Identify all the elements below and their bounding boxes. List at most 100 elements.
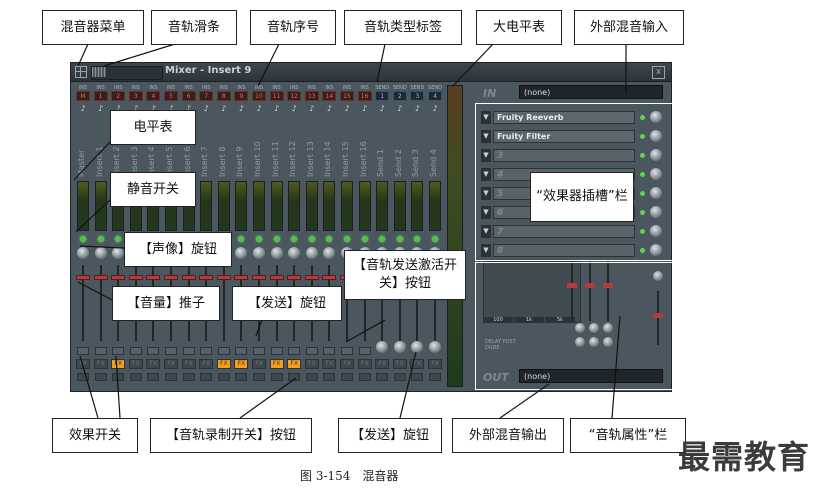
- mixer-strip[interactable]: INS 1 ♪ Insert 1 FX: [93, 85, 109, 387]
- effect-switch[interactable]: FX: [322, 359, 337, 369]
- volume-fader[interactable]: [216, 275, 231, 280]
- effect-switch[interactable]: FX: [340, 359, 354, 369]
- volume-fader[interactable]: [164, 275, 178, 280]
- record-switch-button[interactable]: [253, 373, 265, 381]
- effect-switch[interactable]: FX: [93, 359, 108, 369]
- record-switch-button[interactable]: [235, 373, 248, 381]
- mute-switch[interactable]: [396, 236, 403, 242]
- pan-knob[interactable]: [323, 247, 336, 259]
- mute-switch[interactable]: [326, 236, 333, 242]
- volume-fader[interactable]: [322, 275, 337, 280]
- mixer-strip[interactable]: INS 9 ♪ Insert 9 FX: [233, 85, 249, 387]
- record-switch-button[interactable]: [217, 373, 230, 381]
- track-number[interactable]: 13: [304, 91, 319, 101]
- mute-switch[interactable]: [80, 236, 86, 242]
- mute-switch[interactable]: [291, 236, 298, 242]
- track-number[interactable]: 4: [146, 91, 161, 101]
- mixer-strip[interactable]: INS M ♪ Master FX: [75, 85, 91, 387]
- send-knob[interactable]: [429, 341, 441, 353]
- mute-switch[interactable]: [256, 236, 262, 242]
- record-switch-button[interactable]: [182, 373, 195, 381]
- mixer-strip[interactable]: INS 16 ♪ Insert 16 FX: [357, 85, 373, 387]
- send-activate-button[interactable]: [217, 347, 230, 355]
- track-number[interactable]: M: [76, 91, 90, 101]
- send-activate-button[interactable]: [341, 347, 353, 355]
- pan-knob[interactable]: [235, 247, 248, 259]
- pan-knob[interactable]: [305, 247, 318, 259]
- track-number[interactable]: 3: [410, 91, 425, 101]
- pan-knob[interactable]: [253, 247, 265, 259]
- mixer-strip[interactable]: SEND 1 ♪ Send 1 FX: [374, 85, 390, 387]
- record-switch-button[interactable]: [305, 373, 318, 381]
- mute-switch[interactable]: [273, 236, 280, 242]
- external-input-select[interactable]: (none): [519, 85, 663, 99]
- mute-switch[interactable]: [308, 236, 315, 242]
- record-switch-button[interactable]: [129, 373, 142, 381]
- effect-switch[interactable]: FX: [357, 359, 372, 369]
- pan-knob[interactable]: [288, 247, 301, 259]
- record-switch-button[interactable]: [147, 373, 160, 381]
- mute-switch[interactable]: [344, 236, 350, 242]
- volume-fader[interactable]: [199, 275, 214, 280]
- mixer-menu-icon[interactable]: [75, 66, 87, 78]
- mute-switch[interactable]: [115, 236, 122, 242]
- send-activate-button[interactable]: [235, 347, 248, 355]
- mute-switch[interactable]: [238, 236, 245, 242]
- track-number[interactable]: 2: [392, 91, 407, 101]
- track-number[interactable]: 14: [322, 91, 337, 101]
- send-activate-button[interactable]: [112, 347, 125, 355]
- send-activate-button[interactable]: [323, 347, 336, 355]
- mixer-strip[interactable]: SEND 3 ♪ Send 3 FX: [409, 85, 425, 387]
- track-number[interactable]: 10: [252, 91, 266, 101]
- mute-switch[interactable]: [379, 236, 386, 242]
- send-activate-button[interactable]: [182, 347, 195, 355]
- record-switch-button[interactable]: [270, 373, 283, 381]
- mute-switch[interactable]: [361, 236, 368, 242]
- volume-fader[interactable]: [181, 275, 196, 280]
- record-switch-button[interactable]: [94, 373, 107, 381]
- track-number[interactable]: 6: [181, 91, 196, 101]
- pan-knob[interactable]: [94, 247, 107, 259]
- effect-switch[interactable]: FX: [111, 359, 126, 369]
- track-number[interactable]: 8: [216, 91, 231, 101]
- send-knob[interactable]: [411, 341, 424, 353]
- mute-switch[interactable]: [432, 236, 438, 242]
- mixer-strip[interactable]: SEND 4 ♪ Send 4 FX: [427, 85, 443, 387]
- mixer-strip[interactable]: INS 12 ♪ Insert 12 FX: [286, 85, 302, 387]
- mixer-strip[interactable]: INS 13 ♪ Insert 13 FX: [304, 85, 320, 387]
- mixer-strip[interactable]: INS 14 ♪ Insert 14 FX: [321, 85, 337, 387]
- record-switch-button[interactable]: [341, 373, 353, 381]
- record-switch-button[interactable]: [288, 373, 301, 381]
- pan-knob[interactable]: [77, 247, 89, 259]
- effect-switch[interactable]: FX: [128, 359, 143, 369]
- track-number[interactable]: 7: [199, 91, 214, 101]
- volume-fader[interactable]: [234, 275, 249, 280]
- track-number[interactable]: 5: [164, 91, 178, 101]
- volume-fader[interactable]: [128, 275, 143, 280]
- effect-switch[interactable]: FX: [304, 359, 319, 369]
- effect-switch[interactable]: FX: [375, 359, 390, 369]
- send-activate-button[interactable]: [77, 347, 89, 355]
- mixer-strip[interactable]: INS 15 ♪ Insert 15 FX: [339, 85, 355, 387]
- effect-switch[interactable]: FX: [164, 359, 178, 369]
- volume-fader[interactable]: [252, 275, 266, 280]
- track-number[interactable]: 9: [234, 91, 249, 101]
- close-button[interactable]: x: [652, 66, 665, 79]
- send-activate-button[interactable]: [358, 347, 371, 355]
- effect-switch[interactable]: FX: [76, 359, 90, 369]
- effect-switch[interactable]: FX: [199, 359, 214, 369]
- effect-switch[interactable]: FX: [428, 359, 442, 369]
- pan-knob[interactable]: [112, 247, 125, 259]
- send-activate-button[interactable]: [305, 347, 318, 355]
- mixer-strip[interactable]: INS 11 ♪ Insert 11 FX: [269, 85, 285, 387]
- record-switch-button[interactable]: [376, 373, 389, 381]
- effect-switch[interactable]: FX: [392, 359, 407, 369]
- mixer-strip[interactable]: INS 10 ♪ Insert 10 FX: [251, 85, 267, 387]
- track-number[interactable]: 1: [93, 91, 108, 101]
- track-slider[interactable]: [91, 66, 163, 80]
- send-activate-button[interactable]: [288, 347, 301, 355]
- record-switch-button[interactable]: [393, 373, 406, 381]
- volume-fader[interactable]: [269, 275, 284, 280]
- volume-fader[interactable]: [111, 275, 126, 280]
- track-number[interactable]: 2: [111, 91, 126, 101]
